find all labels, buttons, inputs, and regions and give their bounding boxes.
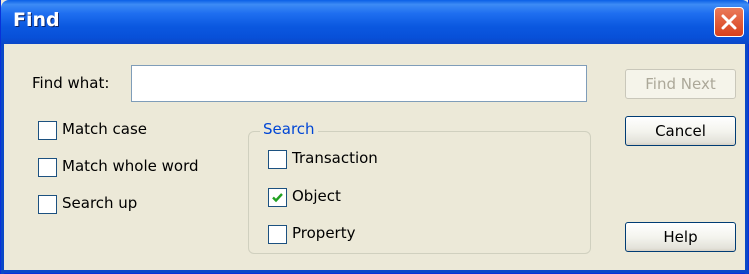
transaction-checkbox[interactable] — [268, 150, 287, 169]
transaction-label[interactable]: Transaction — [292, 149, 378, 167]
match-whole-word-label[interactable]: Match whole word — [62, 157, 199, 175]
search-group-legend: Search — [260, 120, 318, 138]
title-bar[interactable]: Find — [1, 0, 749, 44]
window-border-left — [1, 44, 4, 274]
match-case-label[interactable]: Match case — [62, 120, 147, 138]
window-border-right — [745, 44, 748, 274]
help-button[interactable]: Help — [625, 222, 736, 252]
checkmark-icon — [272, 193, 283, 203]
object-checkbox[interactable] — [268, 188, 287, 207]
search-up-label[interactable]: Search up — [62, 194, 137, 212]
find-what-input[interactable] — [131, 65, 587, 102]
close-icon — [721, 14, 737, 30]
cancel-button[interactable]: Cancel — [625, 116, 736, 146]
object-label[interactable]: Object — [292, 187, 341, 205]
close-button[interactable] — [714, 7, 744, 37]
find-what-label: Find what: — [32, 74, 110, 92]
window-border-bottom — [1, 270, 749, 273]
dialog-title: Find — [13, 9, 60, 31]
match-whole-word-checkbox[interactable] — [38, 158, 57, 177]
match-case-checkbox[interactable] — [38, 121, 57, 140]
property-checkbox[interactable] — [268, 225, 287, 244]
property-label[interactable]: Property — [292, 224, 355, 242]
search-up-checkbox[interactable] — [38, 195, 57, 214]
find-dialog: Find Find what: Match case Match whole w… — [0, 0, 749, 274]
find-next-button[interactable]: Find Next — [625, 69, 736, 99]
